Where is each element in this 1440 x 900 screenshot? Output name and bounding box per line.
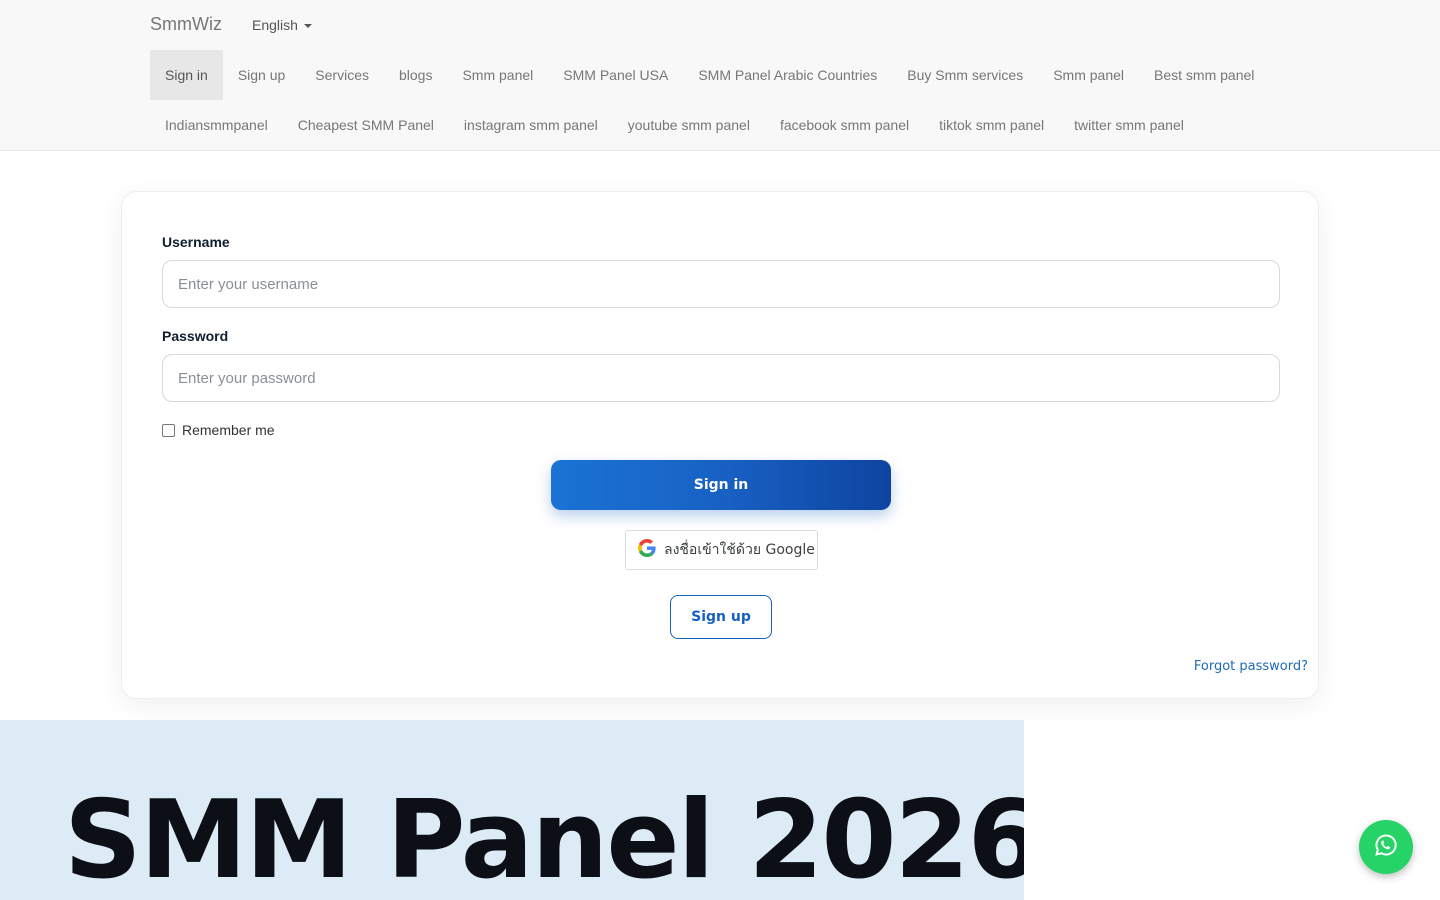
promo-banner: SMM Panel 2026 bbox=[0, 720, 1024, 900]
nav-item-tiktok-smm-panel[interactable]: tiktok smm panel bbox=[924, 100, 1059, 150]
nav-item-buy-smm-services[interactable]: Buy Smm services bbox=[892, 50, 1038, 100]
nav-item-services[interactable]: Services bbox=[300, 50, 384, 100]
nav-item-indiansmmpanel[interactable]: Indiansmmpanel bbox=[150, 100, 283, 150]
nav-item-cheapest-smm-panel[interactable]: Cheapest SMM Panel bbox=[283, 100, 449, 150]
nav-row-secondary: Indiansmmpanel Cheapest SMM Panel instag… bbox=[150, 100, 1199, 150]
sign-up-button[interactable]: Sign up bbox=[670, 595, 772, 639]
password-input[interactable] bbox=[162, 354, 1280, 402]
google-icon bbox=[638, 538, 656, 562]
nav-item-blogs[interactable]: blogs bbox=[384, 50, 447, 100]
nav-item-instagram-smm-panel[interactable]: instagram smm panel bbox=[449, 100, 613, 150]
remember-label: Remember me bbox=[182, 422, 275, 438]
forgot-password-link[interactable]: Forgot password? bbox=[1194, 659, 1308, 674]
nav-item-smm-panel-2[interactable]: Smm panel bbox=[1038, 50, 1139, 100]
whatsapp-icon bbox=[1373, 832, 1399, 863]
nav-item-sign-up[interactable]: Sign up bbox=[223, 50, 300, 100]
remember-me[interactable]: Remember me bbox=[162, 422, 275, 438]
caret-down-icon bbox=[303, 24, 312, 28]
password-label: Password bbox=[162, 328, 229, 344]
google-button-label: ลงชื่อเข้าใช้ด้วย Google bbox=[664, 542, 815, 558]
username-input[interactable] bbox=[162, 260, 1280, 308]
username-label: Username bbox=[162, 234, 230, 250]
top-navbar: SmmWiz English Sign in Sign up Services … bbox=[0, 0, 1440, 151]
language-selector[interactable]: English bbox=[252, 17, 312, 33]
nav-item-twitter-smm-panel[interactable]: twitter smm panel bbox=[1059, 100, 1199, 150]
login-card: Username Password Remember me Sign in ลง… bbox=[121, 191, 1319, 699]
remember-checkbox[interactable] bbox=[162, 423, 175, 437]
nav-item-facebook-smm-panel[interactable]: facebook smm panel bbox=[765, 100, 924, 150]
nav-item-smm-panel[interactable]: Smm panel bbox=[447, 50, 548, 100]
whatsapp-button[interactable] bbox=[1359, 820, 1413, 874]
banner-heading: SMM Panel 2026 bbox=[64, 778, 1024, 900]
nav-item-smm-panel-arabic[interactable]: SMM Panel Arabic Countries bbox=[683, 50, 892, 100]
language-label: English bbox=[252, 17, 298, 33]
nav-row-primary: Sign in Sign up Services blogs Smm panel… bbox=[150, 50, 1269, 100]
nav-item-sign-in[interactable]: Sign in bbox=[150, 50, 223, 100]
nav-item-youtube-smm-panel[interactable]: youtube smm panel bbox=[613, 100, 765, 150]
nav-item-best-smm-panel[interactable]: Best smm panel bbox=[1139, 50, 1269, 100]
sign-in-button[interactable]: Sign in bbox=[551, 460, 891, 510]
google-sign-in-button[interactable]: ลงชื่อเข้าใช้ด้วย Google bbox=[625, 530, 818, 570]
nav-item-smm-panel-usa[interactable]: SMM Panel USA bbox=[548, 50, 683, 100]
brand-logo[interactable]: SmmWiz bbox=[150, 14, 222, 35]
